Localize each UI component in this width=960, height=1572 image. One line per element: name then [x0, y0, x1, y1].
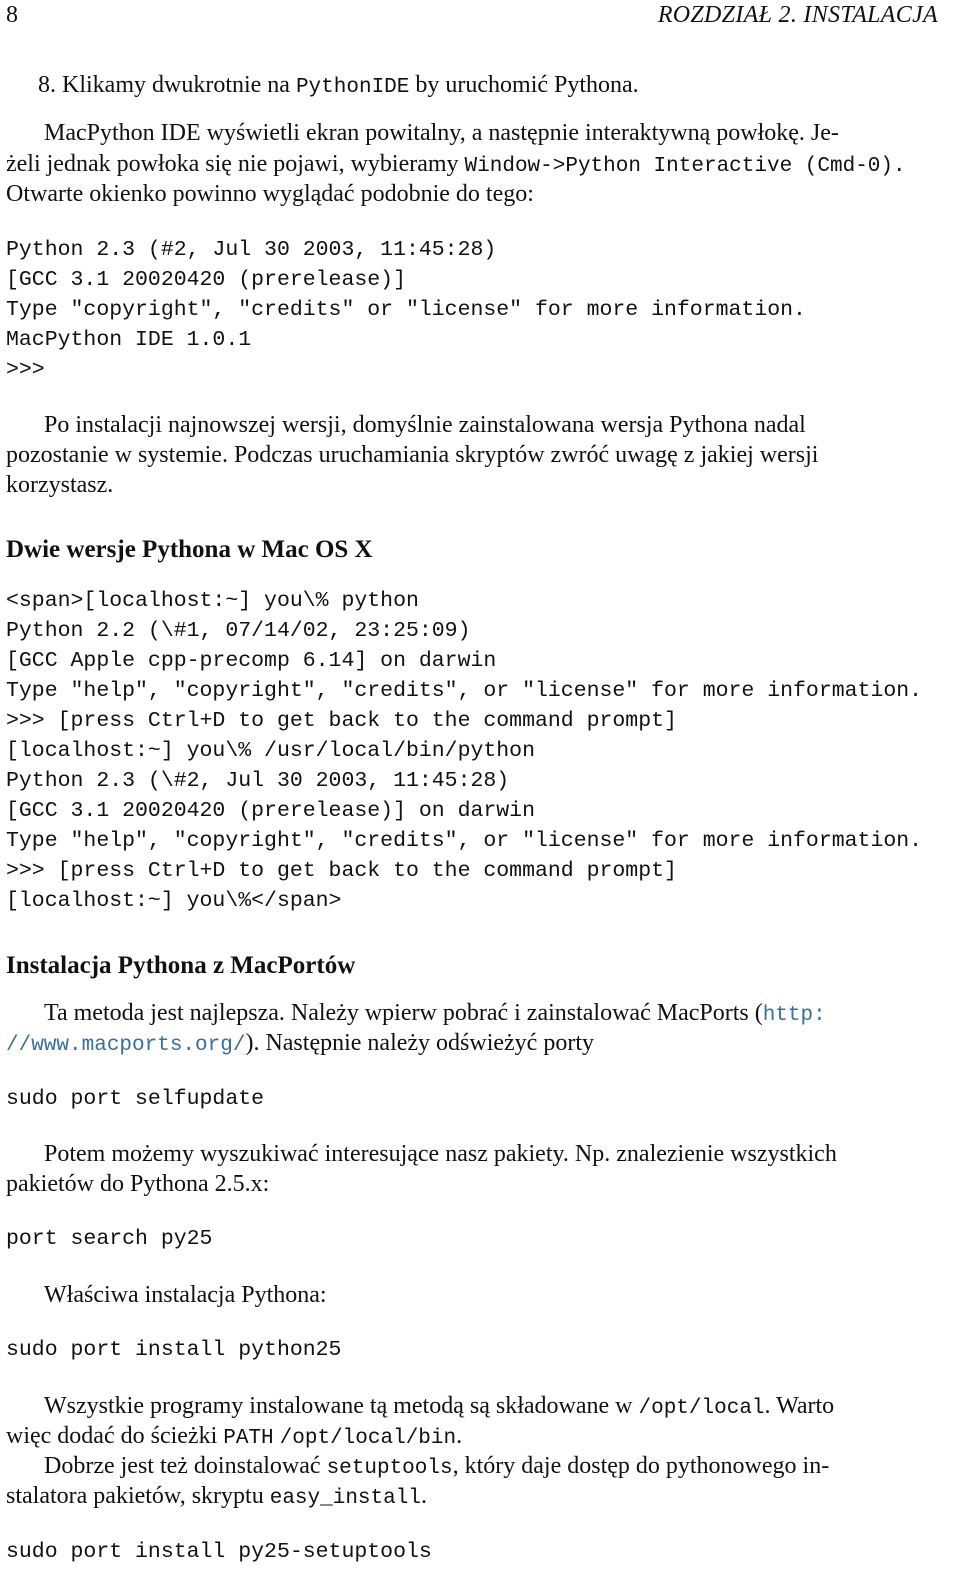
paragraph-line: pozostanie w systemie. Podczas uruchamia…	[6, 442, 819, 468]
code-line: Type "help", "copyright", "credits", or …	[6, 679, 923, 703]
page-number: 8	[6, 2, 18, 28]
code-line: [GCC 3.1 20020420 (prerelease)] on darwi…	[6, 799, 535, 823]
paragraph-line: więc dodać do ścieżki PATH /opt/local/bi…	[6, 1423, 462, 1450]
inline-code-path: /opt/local/bin	[279, 1427, 457, 1450]
list-item-text-after: by uruchomić Pythona.	[409, 72, 639, 98]
paragraph-text: więc dodać do ścieżki	[6, 1423, 224, 1449]
code-line: >>> [press Ctrl+D to get back to the com…	[6, 709, 677, 733]
code-line: >>> [press Ctrl+D to get back to the com…	[6, 859, 677, 883]
list-item-number: 8.	[38, 72, 56, 98]
section-heading: Dwie wersje Pythona w Mac OS X	[6, 536, 373, 563]
paragraph-line: Po instalacji najnowszej wersji, domyśln…	[44, 412, 806, 438]
inline-code-env-var: PATH	[223, 1427, 274, 1450]
inline-code-pythonide: PythonIDE	[295, 76, 410, 99]
code-line: [GCC 3.1 20020420 (prerelease)]	[6, 268, 406, 292]
command-line: sudo port install py25-setuptools	[6, 1540, 432, 1564]
paragraph-line: Właściwa instalacja Pythona:	[44, 1282, 327, 1308]
code-line: Type "help", "copyright", "credits", or …	[6, 829, 923, 853]
code-line: [GCC Apple cpp-precomp 6.14] on darwin	[6, 649, 497, 673]
chapter-running-title: ROZDZIAŁ 2. INSTALACJA	[657, 2, 938, 28]
paragraph-text: , który daje dostęp do pythonowego in-	[452, 1453, 830, 1479]
paragraph-line: pakietów do Pythona 2.5.x:	[6, 1171, 270, 1197]
code-line: >>>	[6, 358, 45, 382]
paragraph-line: Otwarte okienko powinno wyglądać podobni…	[6, 181, 534, 207]
paragraph-text: . Warto	[764, 1393, 835, 1419]
code-line: [localhost:~] you\%</span>	[6, 889, 342, 913]
paragraph-line: //www.macports.org/). Następnie należy o…	[6, 1030, 594, 1057]
paragraph-line: stalatora pakietów, skryptu easy_install…	[6, 1483, 427, 1510]
paragraph-text: ). Następnie należy odświeżyć porty	[245, 1030, 594, 1056]
inline-code-easy-install: easy_install	[269, 1487, 421, 1510]
code-line: Python 2.3 (#2, Jul 30 2003, 11:45:28)	[6, 238, 497, 262]
paragraph-line: Dobrze jest też doinstalować setuptools,…	[44, 1453, 829, 1480]
paragraph-text: Dobrze jest też doinstalować	[44, 1453, 327, 1479]
code-line: Python 2.2 (\#1, 07/14/02, 23:25:09)	[6, 619, 471, 643]
command-line: sudo port selfupdate	[6, 1087, 265, 1111]
command-line: sudo port install python25	[6, 1338, 342, 1362]
inline-code-path: /opt/local	[638, 1397, 765, 1420]
paragraph-line: korzystasz.	[6, 472, 114, 498]
command-line: port search py25	[6, 1227, 213, 1251]
code-line: [localhost:~] you\% /usr/local/bin/pytho…	[6, 739, 535, 763]
document-page: 8 ROZDZIAŁ 2. INSTALACJA 8. Klikamy dwuk…	[0, 0, 960, 1572]
inline-code-menu-path: Window->Python Interactive (Cmd-0).	[464, 155, 906, 178]
section-heading: Instalacja Pythona z MacPortów	[6, 952, 356, 979]
paragraph-text: .	[456, 1423, 463, 1449]
list-item-step-8: 8. Klikamy dwukrotnie na PythonIDE by ur…	[38, 72, 639, 99]
paragraph-text: żeli jednak powłoka się nie pojawi, wybi…	[6, 151, 465, 177]
macports-link-continued[interactable]: //www.macports.org/	[6, 1034, 245, 1057]
macports-link[interactable]: http:	[763, 1004, 826, 1027]
paragraph-line: żeli jednak powłoka się nie pojawi, wybi…	[6, 151, 906, 178]
code-line: Python 2.3 (\#2, Jul 30 2003, 11:45:28)	[6, 769, 510, 793]
code-line: MacPython IDE 1.0.1	[6, 328, 252, 352]
paragraph-line: MacPython IDE wyświetli ekran powitalny,…	[44, 120, 839, 146]
paragraph-line: Wszystkie programy instalowane tą metodą…	[44, 1393, 834, 1420]
paragraph-line: Ta metoda jest najlepsza. Należy wpierw …	[44, 1000, 826, 1027]
paragraph-text: Wszystkie programy instalowane tą metodą…	[44, 1393, 639, 1419]
paragraph-text: stalatora pakietów, skryptu	[6, 1483, 270, 1509]
list-item-text-before: Klikamy dwukrotnie na	[62, 72, 296, 98]
code-line: Type "copyright", "credits" or "license"…	[6, 298, 806, 322]
paragraph-text: Ta metoda jest najlepsza. Należy wpierw …	[44, 1000, 763, 1026]
inline-code-setuptools: setuptools	[326, 1457, 453, 1480]
code-line: <span>[localhost:~] you\% python	[6, 589, 419, 613]
paragraph-line: Potem możemy wyszukiwać interesujące nas…	[44, 1141, 837, 1167]
paragraph-text: .	[420, 1483, 427, 1509]
